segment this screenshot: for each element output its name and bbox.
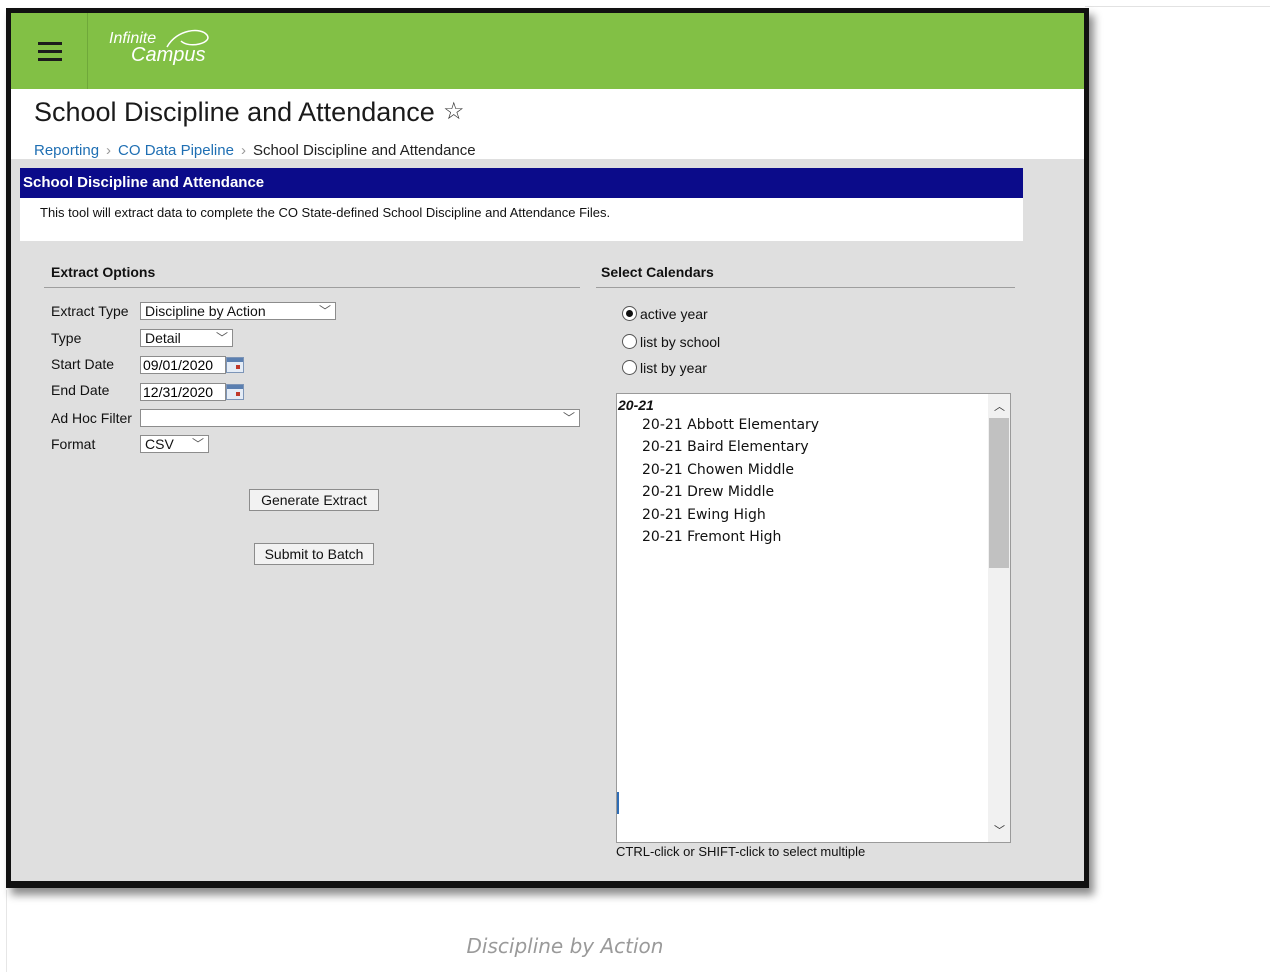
calendar-listbox[interactable]: 20-21 20-21 Abbott Elementary 20-21 Bair… <box>616 393 1011 843</box>
format-label: Format <box>51 436 96 452</box>
menu-button[interactable] <box>11 13 88 89</box>
screenshot-frame: Infinite Campus School Discipline and At… <box>6 8 1089 888</box>
hamburger-icon <box>38 42 62 45</box>
extract-type-label: Extract Type <box>51 303 129 319</box>
panel-title: School Discipline and Attendance <box>20 168 1023 198</box>
scrollbar-thumb[interactable] <box>989 418 1009 568</box>
end-date-label: End Date <box>51 382 110 398</box>
star-outline-icon[interactable]: ☆ <box>443 97 465 126</box>
radio-unselected-icon[interactable] <box>622 334 637 349</box>
calendar-option[interactable]: 20-21 Chowen Middle <box>642 462 794 478</box>
multi-select-hint: CTRL-click or SHIFT-click to select mult… <box>616 844 866 859</box>
calendar-option[interactable]: 20-21 Abbott Elementary <box>642 417 819 433</box>
calendar-option[interactable]: 20-21 Ewing High <box>642 507 766 523</box>
app-logo: Infinite Campus <box>109 29 209 65</box>
image-caption: Discipline by Action <box>466 934 664 958</box>
scroll-up-icon[interactable]: ︿ <box>994 398 1005 414</box>
select-calendars-divider <box>596 287 1015 288</box>
start-date-input[interactable]: 09/01/2020 <box>140 356 226 374</box>
radio-active-year[interactable]: active year <box>622 306 708 322</box>
calendar-option[interactable]: 20-21 Drew Middle <box>642 484 774 500</box>
calendar-option[interactable]: 20-21 Baird Elementary <box>642 439 809 455</box>
extract-type-select[interactable]: Discipline by Action ﹀ <box>140 302 336 320</box>
chevron-down-icon: ﹀ <box>562 411 575 425</box>
page-title: School Discipline and Attendance <box>34 97 435 127</box>
left-divider <box>6 890 7 972</box>
extract-options-divider <box>44 287 580 288</box>
text-cursor <box>617 792 619 814</box>
top-divider <box>1085 6 1270 7</box>
radio-list-by-year[interactable]: list by year <box>622 360 707 376</box>
radio-selected-icon[interactable] <box>622 306 637 321</box>
breadcrumb-current: School Discipline and Attendance <box>252 142 476 159</box>
select-calendars-heading: Select Calendars <box>601 264 714 280</box>
scroll-down-icon[interactable]: ﹀ <box>994 822 1005 838</box>
extract-options-heading: Extract Options <box>51 264 156 280</box>
panel-description: This tool will extract data to complete … <box>20 198 1023 241</box>
chevron-down-icon: ﹀ <box>191 437 204 451</box>
calendar-icon[interactable] <box>226 384 244 400</box>
ad-hoc-filter-select[interactable]: ﹀ <box>140 409 580 427</box>
start-date-label: Start Date <box>51 356 115 372</box>
calendar-icon[interactable] <box>226 357 244 373</box>
radio-list-by-school[interactable]: list by school <box>622 334 720 350</box>
type-select[interactable]: Detail ﹀ <box>140 329 233 347</box>
format-select[interactable]: CSV ﹀ <box>140 435 209 453</box>
logo-swoosh-icon <box>166 29 209 48</box>
generate-extract-button[interactable]: Generate Extract <box>249 489 379 511</box>
chevron-right-icon: › <box>240 142 246 159</box>
end-date-input[interactable]: 12/31/2020 <box>140 383 226 401</box>
chevron-down-icon: ﹀ <box>318 304 331 318</box>
breadcrumb-reporting[interactable]: Reporting <box>34 142 99 159</box>
page-header: School Discipline and Attendance ☆ Repor… <box>11 89 1084 159</box>
listbox-scrollbar[interactable]: ︿ ﹀ <box>988 394 1010 842</box>
calendar-group-label: 20-21 <box>618 397 654 413</box>
submit-to-batch-button[interactable]: Submit to Batch <box>254 543 374 565</box>
type-label: Type <box>51 330 82 346</box>
top-navigation-bar: Infinite Campus <box>11 13 1084 89</box>
app-window: Infinite Campus School Discipline and At… <box>11 13 1084 881</box>
chevron-down-icon: ﹀ <box>215 331 228 345</box>
breadcrumb: Reporting › CO Data Pipeline › School Discip… <box>34 142 476 159</box>
calendar-option[interactable]: 20-21 Fremont High <box>642 529 781 545</box>
radio-unselected-icon[interactable] <box>622 360 637 375</box>
chevron-right-icon: › <box>106 142 112 159</box>
ad-hoc-filter-label: Ad Hoc Filter <box>51 410 132 426</box>
breadcrumb-co-data-pipeline[interactable]: CO Data Pipeline <box>118 142 234 159</box>
